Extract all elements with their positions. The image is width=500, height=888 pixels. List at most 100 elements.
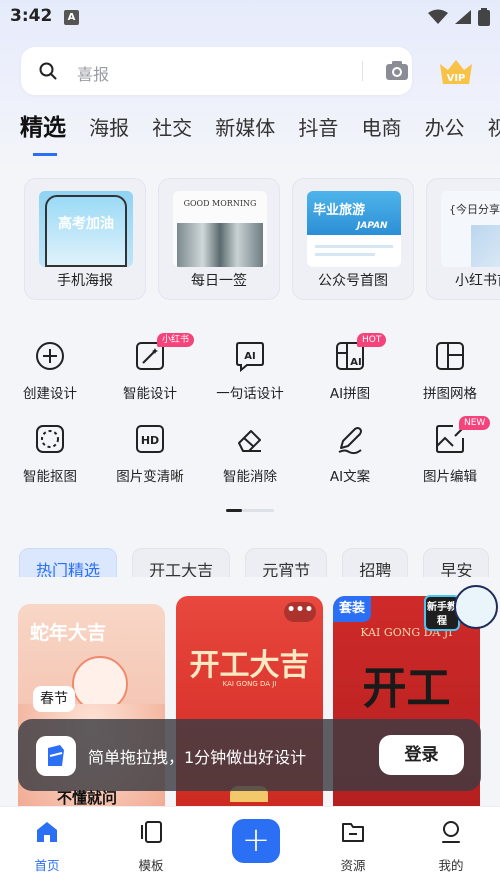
feed-card-sub: KAI GONG DA JI [222,680,277,688]
tool-smart-erase[interactable]: 智能消除 [200,422,300,485]
card-wechat-cover[interactable]: 毕业旅游 JAPAN 公众号首图 [292,178,414,300]
tool-create-design[interactable]: 创建设计 [0,339,100,402]
folder-icon [342,823,364,842]
card-thumb-title: {今日分享} [449,203,500,216]
battery-icon [478,8,490,26]
login-button[interactable]: 登录 [379,735,464,775]
tool-image-edit[interactable]: NEW 图片编辑 [400,416,500,485]
tool-ai-copywriting[interactable]: AI文案 [300,422,400,485]
svg-text:AI: AI [350,357,361,368]
wifi-icon [428,9,448,24]
login-prompt-toast: 简单拖拉拽，1分钟做出好设计 登录 [18,719,481,791]
active-tab-indicator [33,153,57,156]
tag-work-start[interactable]: 开工大吉 [132,548,231,577]
tab-label: 模板 [138,858,164,873]
thumb-line [315,253,375,256]
tag-hot-picks[interactable]: 热门精选 [19,548,118,577]
tab-poster[interactable]: 海报 [89,108,129,148]
search-icon [39,62,57,80]
tool-label: 一句话设计 [216,386,284,402]
badge-hot: HOT [357,333,387,347]
tool-smart-cutout[interactable]: 智能抠图 [0,422,100,485]
building-image [471,225,500,267]
card-label: 公众号首图 [318,273,388,289]
tab-office[interactable]: 办公 [425,108,465,148]
badge-xiaohongshu: 小红书 [157,333,195,347]
tab-templates[interactable]: 模板 [121,819,181,874]
magic-wand-icon: 小红书 [133,333,195,373]
forest-image [177,223,263,267]
tab-label: 首页 [34,858,60,873]
tab-ecommerce[interactable]: 电商 [361,108,401,148]
ask-text: 不懂就问 [57,789,118,807]
app-logo-icon [36,736,76,776]
tool-label: 智能消除 [223,469,277,485]
tab-new-media[interactable]: 新媒体 [215,108,275,148]
card-thumb-title: GOOD MORNING [183,199,257,208]
badge-new: NEW [459,416,491,430]
card-thumb-title: 毕业旅游 [313,203,366,218]
set-badge: 套装 [333,596,371,622]
category-tabs: 精选 海报 社交 新媒体 抖音 电商 办公 视频 [20,108,500,148]
feed-card-big-text: 开工 [362,663,451,714]
tab-douyin[interactable]: 抖音 [298,108,338,148]
tool-label: AI文案 [329,469,371,485]
camera-icon[interactable] [385,59,409,81]
tool-one-sentence-design[interactable]: AI 一句话设计 [200,339,300,402]
template-icon [141,821,162,843]
search-placeholder[interactable]: 喜报 [77,61,109,85]
card-thumbnail: GOOD MORNING [173,191,267,267]
tab-video[interactable]: 视频 [488,108,500,148]
toast-message: 简单拖拉拽，1分钟做出好设计 [88,748,307,767]
card-thumbnail: {今日分享} [441,191,500,267]
notification-icon: A [64,10,79,25]
svg-text:HD: HD [141,434,159,447]
tag-lantern-festival[interactable]: 元宵节 [245,548,328,577]
more-icon[interactable]: ••• [284,602,316,622]
vip-crown-icon[interactable]: VIP [438,56,474,86]
plus-icon: + [241,820,271,860]
card-thumb-title: 高考加油 [58,216,114,232]
tool-smart-design[interactable]: 小红书 智能设计 [100,333,200,402]
hd-icon: HD [133,422,167,456]
search-divider [362,61,363,81]
topic-tags: 热门精选 开工大吉 元宵节 招聘 早安 [19,533,500,577]
bottom-tab-bar: 首页 模板 + 资源 我的 [0,806,500,888]
tab-label: 资源 [340,858,366,873]
tag-recruitment[interactable]: 招聘 [342,548,409,577]
card-daily-sign[interactable]: GOOD MORNING 每日一签 [158,178,280,300]
user-icon [442,821,460,843]
tool-label: 拼图网格 [423,386,477,402]
feed-card-title: 蛇年大吉 [30,622,107,644]
cutout-icon [33,422,67,456]
tag-good-morning[interactable]: 早安 [423,548,490,577]
pen-icon [333,422,367,456]
tab-label: 我的 [438,858,464,873]
card-xiaohongshu[interactable]: {今日分享} 小红书首 [426,178,500,300]
tab-social[interactable]: 社交 [152,108,192,148]
tab-resources[interactable]: 资源 [323,819,383,874]
tool-label: AI拼图 [329,386,371,402]
page-indicator [226,509,274,512]
tool-collage-grid[interactable]: 拼图网格 [400,339,500,402]
tab-profile[interactable]: 我的 [421,819,481,874]
card-thumb-sub: JAPAN [357,221,388,231]
card-thumbnail: 高考加油 [39,191,133,267]
signal-icon [455,10,471,24]
tab-home[interactable]: 首页 [17,819,77,874]
beginner-tutorial-sticker[interactable]: 新手教程 [424,585,498,637]
feed-card-title: 开工大吉 [189,648,310,683]
grid-icon [433,339,467,373]
tool-image-sharpen[interactable]: HD 图片变清晰 [100,422,200,485]
create-button[interactable]: + [232,819,280,863]
tool-label: 智能抠图 [23,469,77,485]
tool-label: 智能设计 [123,386,177,402]
tab-featured[interactable]: 精选 [20,108,66,148]
search-bar[interactable]: 喜报 [21,47,412,95]
card-phone-poster[interactable]: 高考加油 手机海报 [24,178,146,300]
eraser-icon [233,422,267,456]
card-label: 手机海报 [57,273,113,289]
home-icon [37,822,57,842]
tool-ai-collage[interactable]: AI HOT AI拼图 [300,333,400,402]
card-thumbnail: 毕业旅游 JAPAN [307,191,401,267]
